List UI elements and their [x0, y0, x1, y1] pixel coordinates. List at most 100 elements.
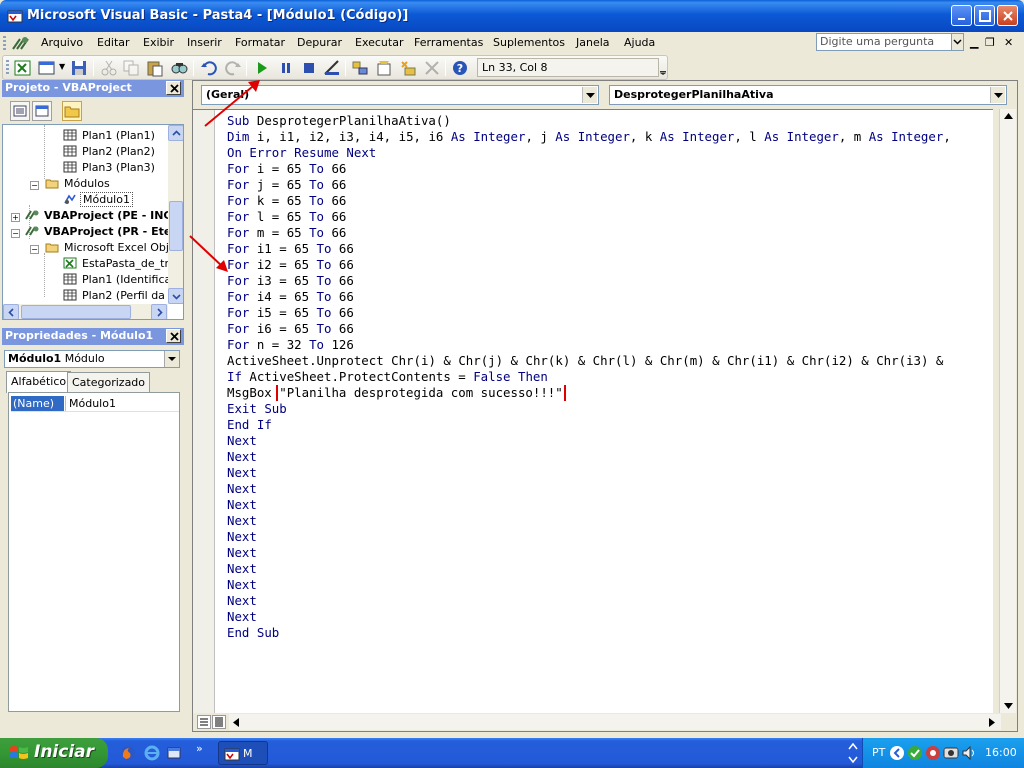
firefox-icon[interactable] — [120, 745, 136, 761]
scroll-thumb[interactable] — [169, 201, 183, 251]
break-icon[interactable] — [277, 59, 295, 77]
code-line[interactable]: Next — [227, 577, 993, 593]
object-selector-dropdown[interactable] — [164, 351, 179, 367]
code-line[interactable]: On Error Resume Next — [227, 145, 993, 161]
collapse-toggle[interactable]: − — [30, 181, 39, 190]
collapse-toggle[interactable]: − — [30, 245, 39, 254]
tree-item[interactable]: Microsoft Excel Objet — [45, 241, 182, 257]
toolbox-icon[interactable] — [423, 59, 441, 77]
code-line[interactable]: For l = 65 To 66 — [227, 209, 993, 225]
tray-expand-icon[interactable] — [889, 745, 905, 761]
scroll-right-button[interactable] — [151, 304, 167, 319]
menu-editar[interactable]: Editar — [97, 36, 130, 49]
copy-icon[interactable] — [122, 59, 140, 77]
code-line[interactable]: For i = 65 To 66 — [227, 161, 993, 177]
code-line[interactable]: Sub DesprotegerPlanilhaAtiva() — [227, 113, 993, 129]
insert-dropdown-icon[interactable]: ▼ — [59, 62, 65, 71]
tree-item[interactable]: VBAProject (PR - Eter — [25, 225, 179, 241]
code-line[interactable]: Next — [227, 561, 993, 577]
chevron-down-icon[interactable] — [1004, 703, 1013, 709]
property-value[interactable]: Módulo1 — [65, 396, 179, 411]
code-line[interactable]: Next — [227, 545, 993, 561]
expand-toggle[interactable]: + — [11, 213, 20, 222]
menu-ferramentas[interactable]: Ferramentas — [414, 36, 483, 49]
tree-vertical-scrollbar[interactable] — [168, 125, 183, 304]
code-line[interactable]: For j = 65 To 66 — [227, 177, 993, 193]
find-icon[interactable] — [170, 59, 188, 77]
tree-item[interactable]: Módulos — [45, 177, 112, 193]
quicklaunch-overflow-icon[interactable]: » — [196, 742, 203, 755]
menu-grip[interactable] — [3, 36, 6, 50]
code-line[interactable]: Next — [227, 513, 993, 529]
code-line[interactable]: Next — [227, 449, 993, 465]
insert-userform-icon[interactable] — [38, 59, 56, 77]
procedure-combo[interactable]: DesprotegerPlanilhaAtiva — [609, 85, 1007, 105]
volume-icon[interactable] — [961, 745, 977, 761]
object-combo-dropdown[interactable] — [582, 87, 597, 103]
collapse-toggle[interactable]: − — [11, 229, 20, 238]
code-horizontal-scrollbar[interactable] — [229, 714, 1001, 730]
view-code-button[interactable] — [10, 101, 30, 121]
scroll-left-button[interactable] — [3, 304, 19, 319]
project-panel-close-button[interactable] — [166, 81, 181, 95]
tree-item[interactable]: EstaPasta_de_tra — [63, 257, 178, 273]
menu-executar[interactable]: Executar — [355, 36, 404, 49]
chevron-right-icon[interactable] — [989, 718, 995, 727]
code-line[interactable]: Exit Sub — [227, 401, 993, 417]
tab-categorizado[interactable]: Categorizado — [67, 372, 151, 392]
menu-ajuda[interactable]: Ajuda — [624, 36, 655, 49]
code-editor[interactable]: Sub DesprotegerPlanilhaAtiva() Dim i, i1,… — [193, 109, 993, 714]
code-line[interactable]: If ActiveSheet.ProtectContents = False T… — [227, 369, 993, 385]
code-text[interactable]: Sub DesprotegerPlanilhaAtiva() Dim i, i1,… — [227, 113, 993, 641]
toggle-folders-button[interactable] — [62, 101, 82, 121]
property-name[interactable]: (Name) — [11, 396, 64, 411]
view-excel-icon[interactable] — [14, 59, 32, 77]
toolbar-grip[interactable] — [6, 60, 9, 76]
code-line[interactable]: End If — [227, 417, 993, 433]
code-vertical-scrollbar[interactable] — [999, 109, 1016, 713]
clock[interactable]: 16:00 — [985, 746, 1017, 759]
tree-item[interactable]: Plan3 (Plan3) — [63, 161, 157, 177]
properties-panel-close-button[interactable] — [166, 329, 181, 343]
messenger-icon[interactable] — [907, 745, 923, 761]
tree-item[interactable]: Plan2 (Plan2) — [63, 145, 157, 161]
security-icon[interactable] — [925, 745, 941, 761]
menu-suplementos[interactable]: Suplementos — [493, 36, 565, 49]
code-line[interactable]: Next — [227, 529, 993, 545]
code-line[interactable]: For n = 32 To 126 — [227, 337, 993, 353]
maximize-button[interactable] — [974, 5, 995, 26]
ask-dropdown-button[interactable] — [951, 34, 963, 50]
chevron-left-icon[interactable] — [233, 718, 239, 727]
procedure-view-button[interactable] — [197, 715, 211, 729]
menu-depurar[interactable]: Depurar — [297, 36, 342, 49]
code-line[interactable]: For m = 65 To 66 — [227, 225, 993, 241]
code-line[interactable]: MsgBox "Planilha desprotegida com sucess… — [227, 385, 993, 401]
code-line[interactable]: Next — [227, 593, 993, 609]
code-line[interactable]: Next — [227, 497, 993, 513]
code-line[interactable]: For i2 = 65 To 66 — [227, 257, 993, 273]
code-line[interactable]: For i3 = 65 To 66 — [227, 273, 993, 289]
object-selector[interactable]: Módulo1 Módulo — [4, 350, 180, 368]
menu-janela[interactable]: Janela — [576, 36, 610, 49]
menu-formatar[interactable]: Formatar — [235, 36, 285, 49]
start-button[interactable]: Iniciar — [0, 738, 108, 768]
tab-alfabetico[interactable]: Alfabético — [6, 371, 72, 393]
mdi-minimize-button[interactable]: ▁ — [970, 36, 978, 49]
network-icon[interactable] — [943, 745, 959, 761]
scroll-up-button[interactable] — [168, 125, 183, 141]
property-row[interactable]: (Name) Módulo1 — [11, 396, 179, 412]
code-line[interactable]: For k = 65 To 66 — [227, 193, 993, 209]
paste-icon[interactable] — [146, 59, 164, 77]
scroll-thumb[interactable] — [21, 305, 131, 319]
margin-indicator-bar[interactable] — [193, 110, 215, 714]
design-mode-icon[interactable] — [323, 59, 341, 77]
code-line[interactable]: Next — [227, 465, 993, 481]
menu-exibir[interactable]: Exibir — [143, 36, 174, 49]
show-desktop-icon[interactable] — [166, 745, 182, 761]
tree-horizontal-scrollbar[interactable] — [3, 304, 168, 319]
code-line[interactable]: Next — [227, 609, 993, 625]
cut-icon[interactable] — [100, 59, 118, 77]
code-line[interactable]: ActiveSheet.Unprotect Chr(i) & Chr(j) & … — [227, 353, 993, 369]
vb-app-icon[interactable] — [7, 8, 23, 24]
taskbar-button-vb[interactable]: M — [218, 741, 268, 765]
